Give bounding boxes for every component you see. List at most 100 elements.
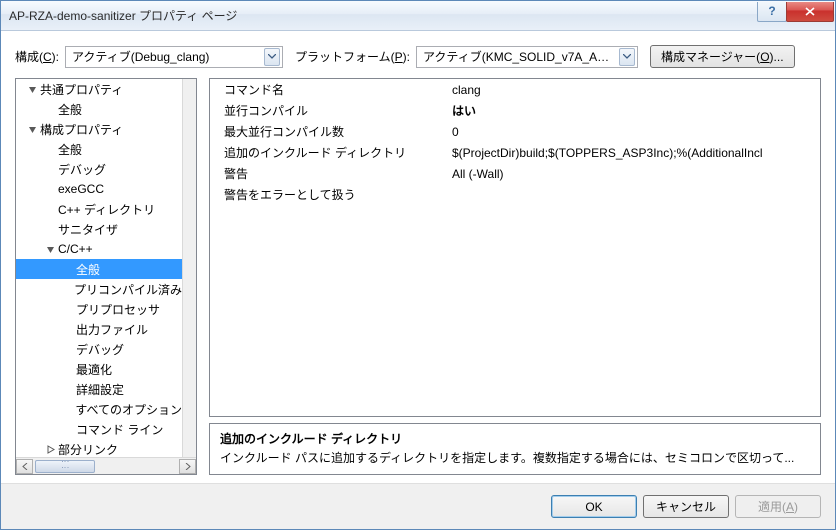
tree-toggle-spacer xyxy=(62,263,74,275)
tree-toggle-spacer xyxy=(62,323,74,335)
scroll-left-button[interactable] xyxy=(16,459,33,474)
property-label: 警告 xyxy=(210,165,446,182)
property-label: 最大並行コンパイル数 xyxy=(210,123,446,140)
tree-item[interactable]: デバッグ xyxy=(16,339,182,359)
property-label: 警告をエラーとして扱う xyxy=(210,186,446,203)
tree-item[interactable]: C/C++ xyxy=(16,239,182,259)
tree-item-label: デバッグ xyxy=(58,161,106,178)
collapse-icon[interactable] xyxy=(44,243,56,255)
description-text: インクルード パスに追加するディレクトリを指定します。複数指定する場合には、セミ… xyxy=(220,449,810,466)
tree-item[interactable]: 最適化 xyxy=(16,359,182,379)
tree-toggle-spacer xyxy=(44,143,56,155)
property-row[interactable]: コマンド名clang xyxy=(210,79,820,100)
property-value: $(ProjectDir)build;$(TOPPERS_ASP3Inc);%(… xyxy=(446,146,820,160)
tree-item[interactable]: サニタイザ xyxy=(16,219,182,239)
tree-item-label: 全般 xyxy=(58,141,82,158)
property-row[interactable]: 最大並行コンパイル数0 xyxy=(210,121,820,142)
tree-item-label: exeGCC xyxy=(58,182,104,196)
body: 共通プロパティ全般構成プロパティ全般デバッグexeGCCC++ ディレクトリサニ… xyxy=(1,78,835,483)
tree-item-label: 全般 xyxy=(76,261,100,278)
tree-item[interactable]: デバッグ xyxy=(16,159,182,179)
tree-item[interactable]: 共通プロパティ xyxy=(16,79,182,99)
config-combo-value: アクティブ(Debug_clang) xyxy=(72,48,260,65)
tree-toggle-spacer xyxy=(62,343,74,355)
tree-vscrollbar[interactable] xyxy=(182,79,196,457)
tree-item-label: 全般 xyxy=(58,101,82,118)
tree-item[interactable]: C++ ディレクトリ xyxy=(16,199,182,219)
tree-item-label: 出力ファイル xyxy=(76,321,148,338)
titlebar: AP-RZA-demo-sanitizer プロパティ ページ ? xyxy=(1,1,835,31)
property-row[interactable]: 警告All (-Wall) xyxy=(210,163,820,184)
tree-item[interactable]: すべてのオプション xyxy=(16,399,182,419)
toolbar: 構成(C): アクティブ(Debug_clang) プラットフォーム(P): ア… xyxy=(1,31,835,78)
tree-item-label: コマンド ライン xyxy=(76,421,163,438)
property-value: 0 xyxy=(446,125,820,139)
tree-item[interactable]: 詳細設定 xyxy=(16,379,182,399)
property-value: All (-Wall) xyxy=(446,167,820,181)
tree-toggle-spacer xyxy=(62,303,74,315)
collapse-icon[interactable] xyxy=(26,83,38,95)
scroll-track[interactable] xyxy=(33,459,179,474)
tree-item-label: すべてのオプション xyxy=(75,401,182,418)
property-row[interactable]: 追加のインクルード ディレクトリ$(ProjectDir)build;$(TOP… xyxy=(210,142,820,163)
tree-item[interactable]: 全般 xyxy=(16,259,182,279)
config-label: 構成(C): xyxy=(15,48,59,65)
close-button[interactable] xyxy=(786,2,834,22)
tree-item-label: C++ ディレクトリ xyxy=(58,201,155,218)
titlebar-buttons: ? xyxy=(757,2,835,24)
expand-icon[interactable] xyxy=(44,443,56,455)
property-label: 並行コンパイル xyxy=(210,102,446,119)
property-label: 追加のインクルード ディレクトリ xyxy=(210,144,446,161)
config-manager-button[interactable]: 構成マネージャー(O)... xyxy=(650,45,795,68)
tree-toggle-spacer xyxy=(62,383,74,395)
tree-item-label: 最適化 xyxy=(76,361,112,378)
tree-item[interactable]: プリプロセッサ xyxy=(16,299,182,319)
tree-toggle-spacer xyxy=(44,163,56,175)
tree[interactable]: 共通プロパティ全般構成プロパティ全般デバッグexeGCCC++ ディレクトリサニ… xyxy=(16,79,196,457)
ok-button[interactable]: OK xyxy=(551,495,637,518)
dialog-window: AP-RZA-demo-sanitizer プロパティ ページ ? 構成(C):… xyxy=(0,0,836,530)
tree-item-label: デバッグ xyxy=(76,341,124,358)
footer: OK キャンセル 適用(A) xyxy=(1,483,835,529)
tree-panel: 共通プロパティ全般構成プロパティ全般デバッグexeGCCC++ ディレクトリサニ… xyxy=(15,78,197,475)
tree-item-label: 詳細設定 xyxy=(76,381,124,398)
tree-toggle-spacer xyxy=(44,103,56,115)
tree-item[interactable]: コマンド ライン xyxy=(16,419,182,439)
tree-toggle-spacer xyxy=(44,183,56,195)
platform-combo[interactable]: アクティブ(KMC_SOLID_v7A_ARM xyxy=(416,46,638,68)
window-title: AP-RZA-demo-sanitizer プロパティ ページ xyxy=(9,7,757,24)
property-value: はい xyxy=(446,102,820,119)
cancel-button[interactable]: キャンセル xyxy=(643,495,729,518)
right-panel: コマンド名clang並行コンパイルはい最大並行コンパイル数0追加のインクルード … xyxy=(209,78,821,475)
close-icon xyxy=(805,7,815,16)
tree-item[interactable]: 全般 xyxy=(16,99,182,119)
tree-item-label: サニタイザ xyxy=(58,221,118,238)
tree-item[interactable]: 出力ファイル xyxy=(16,319,182,339)
tree-toggle-spacer xyxy=(62,423,74,435)
description-panel: 追加のインクルード ディレクトリ インクルード パスに追加するディレクトリを指定… xyxy=(209,423,821,475)
tree-item-label: C/C++ xyxy=(58,242,93,256)
scroll-right-button[interactable] xyxy=(179,459,196,474)
property-row[interactable]: 警告をエラーとして扱う xyxy=(210,184,820,205)
help-button[interactable]: ? xyxy=(757,2,787,22)
tree-hscrollbar[interactable] xyxy=(16,457,196,474)
tree-item[interactable]: exeGCC xyxy=(16,179,182,199)
property-grid[interactable]: コマンド名clang並行コンパイルはい最大並行コンパイル数0追加のインクルード … xyxy=(209,78,821,417)
tree-item-label: プリコンパイル済み xyxy=(74,281,182,298)
collapse-icon[interactable] xyxy=(26,123,38,135)
scroll-thumb[interactable] xyxy=(35,460,95,473)
platform-combo-value: アクティブ(KMC_SOLID_v7A_ARM xyxy=(423,48,615,65)
tree-item[interactable]: 部分リンク xyxy=(16,439,182,457)
chevron-down-icon xyxy=(264,48,280,66)
tree-item[interactable]: 全般 xyxy=(16,139,182,159)
tree-item[interactable]: 構成プロパティ xyxy=(16,119,182,139)
tree-item-label: 構成プロパティ xyxy=(40,121,123,138)
property-row[interactable]: 並行コンパイルはい xyxy=(210,100,820,121)
property-value: clang xyxy=(446,83,820,97)
config-combo[interactable]: アクティブ(Debug_clang) xyxy=(65,46,283,68)
tree-item-label: 共通プロパティ xyxy=(40,81,123,98)
tree-toggle-spacer xyxy=(62,363,74,375)
tree-item[interactable]: プリコンパイル済み xyxy=(16,279,182,299)
apply-button[interactable]: 適用(A) xyxy=(735,495,821,518)
tree-toggle-spacer xyxy=(44,223,56,235)
